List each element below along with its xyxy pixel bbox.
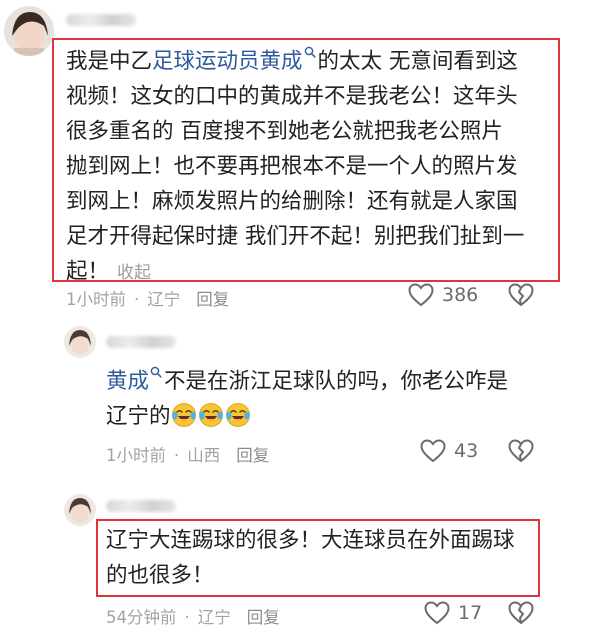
broken-heart-icon[interactable] (508, 439, 534, 463)
comment-text-fragment: 抛到网上！也不要再把根本不是一个人的照片发 (66, 154, 518, 179)
comment-line: 到网上！麻烦发照片的给删除！还有就是人家国 (66, 184, 524, 219)
reply-button[interactable]: 回复 (236, 442, 269, 466)
comment-time: 1小时前 (66, 290, 126, 309)
comment-line: 抛到网上！也不要再把根本不是一个人的照片发 (66, 149, 524, 184)
search-icon[interactable] (150, 366, 162, 378)
comment-line: 足才开得起保时捷 我们开不起！别把我们扯到一 (66, 219, 524, 254)
comment-line: 的也很多！ (106, 558, 515, 593)
comment-line: 黄成 不是在浙江足球队的吗，你老公咋是 (106, 364, 508, 399)
like-count: 386 (442, 284, 479, 306)
comment-text-fragment: 到网上！麻烦发照片的给删除！还有就是人家国 (66, 189, 518, 214)
comment-time: 54分钟前 (106, 608, 177, 627)
comment-text: 我是中乙足球运动员黄成 的太太 无意间看到这视频！这女的口中的黄成并不是我老公！这… (66, 44, 524, 289)
comment-text-fragment: 的太太 无意间看到这 (317, 49, 518, 74)
broken-heart-icon[interactable] (508, 283, 534, 307)
comment-text: 黄成 不是在浙江足球队的吗，你老公咋是辽宁的 (106, 364, 508, 434)
like-button[interactable]: 17 (424, 601, 482, 625)
comment-line: 视频！这女的口中的黄成并不是我老公！这年头 (66, 79, 524, 114)
broken-heart-icon[interactable] (508, 601, 534, 625)
comment-text-fragment: 足才开得起保时捷 我们开不起！别把我们扯到一 (66, 224, 525, 249)
comment-line: 辽宁的 (106, 399, 508, 434)
search-icon[interactable] (304, 46, 316, 58)
collapse-button[interactable]: 收起 (117, 263, 151, 283)
comment-text-fragment: 起！ (66, 259, 110, 284)
comment-text-fragment: 视频！这女的口中的黄成并不是我老公！这年头 (66, 84, 518, 109)
like-count: 43 (454, 440, 479, 462)
reply-button[interactable]: 回复 (196, 286, 229, 310)
comment-text-fragment: 辽宁大连踢球的很多！大连球员在外面踢球 (106, 528, 515, 553)
comment-line: 我是中乙足球运动员黄成 的太太 无意间看到这 (66, 44, 524, 79)
like-button[interactable]: 43 (420, 439, 478, 463)
comment-meta: 54分钟前 · 辽宁 回复 (106, 604, 280, 628)
reply-button[interactable]: 回复 (247, 604, 280, 628)
mention-link[interactable]: 足球运动员黄成 (152, 49, 303, 74)
comment-location: 辽宁 (197, 608, 231, 627)
username-blurred[interactable] (66, 14, 136, 26)
comment-location: 山西 (187, 446, 221, 465)
crying-laughing-emoji (225, 403, 250, 427)
comment-text-fragment: 的也很多！ (106, 563, 214, 588)
username-blurred[interactable] (106, 500, 176, 512)
comment-time: 1小时前 (106, 446, 166, 465)
comment-text-fragment: 不是在浙江足球队的吗，你老公咋是 (164, 369, 509, 394)
like-count: 17 (458, 602, 483, 624)
like-button[interactable]: 386 (408, 283, 478, 307)
comment-meta: 1小时前 · 辽宁 回复 (66, 286, 229, 310)
avatar[interactable] (4, 6, 54, 56)
heart-icon (408, 283, 434, 307)
comment-line: 很多重名的 百度搜不到她老公就把我老公照片 (66, 114, 524, 149)
comment-location: 辽宁 (147, 290, 181, 309)
comment-text-fragment: 很多重名的 百度搜不到她老公就把我老公照片 (66, 119, 503, 144)
comment-text-fragment: 辽宁的 (106, 404, 171, 429)
comment-text-fragment: 我是中乙 (66, 49, 153, 74)
comment-meta: 1小时前 · 山西 回复 (106, 442, 269, 466)
username-blurred[interactable] (106, 336, 176, 348)
mention-link[interactable]: 黄成 (106, 369, 149, 394)
comment-line: 辽宁大连踢球的很多！大连球员在外面踢球 (106, 523, 515, 558)
crying-laughing-emoji (198, 403, 223, 427)
heart-icon (420, 439, 446, 463)
comment-text: 辽宁大连踢球的很多！大连球员在外面踢球 的也很多！ (106, 523, 515, 593)
heart-icon (424, 601, 450, 625)
crying-laughing-emoji (171, 403, 196, 427)
avatar[interactable] (64, 494, 96, 526)
avatar[interactable] (64, 326, 96, 358)
